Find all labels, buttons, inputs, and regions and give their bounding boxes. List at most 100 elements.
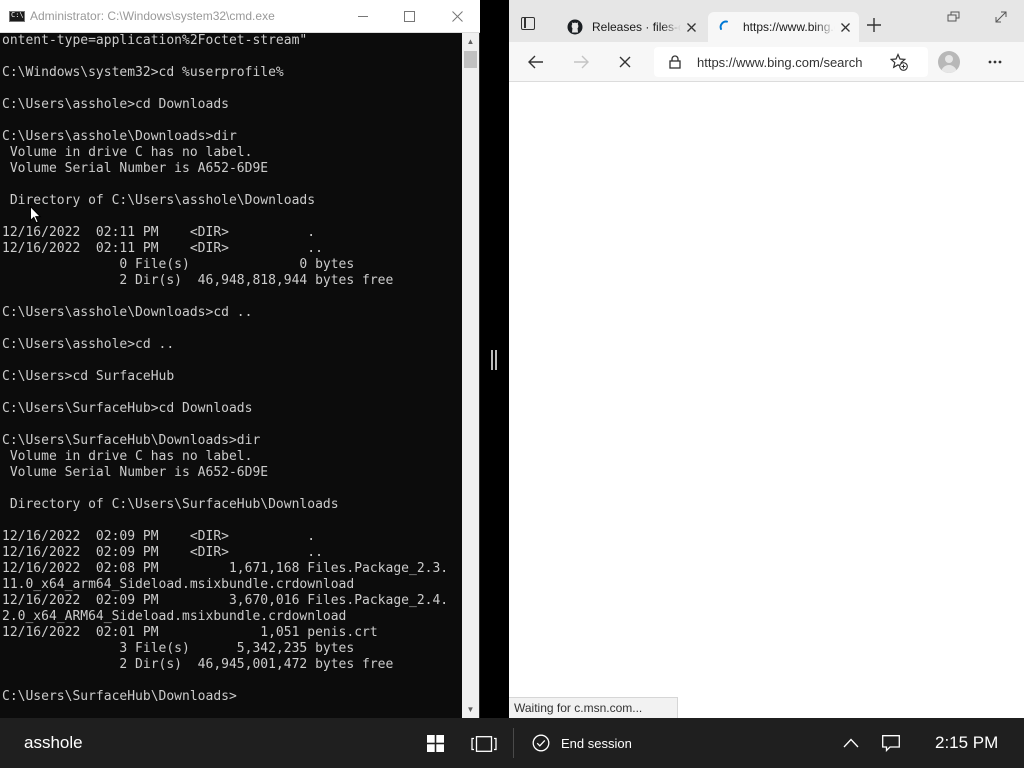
settings-more-button[interactable] (983, 50, 1007, 74)
cmd-window: Administrator: C:\Windows\system32\cmd.e… (0, 0, 480, 718)
cmd-minimize-button[interactable] (340, 0, 386, 33)
tab-bing[interactable]: https://www.bing.com (708, 12, 859, 42)
cmd-window-title: Administrator: C:\Windows\system32\cmd.e… (30, 9, 275, 23)
console-line: 12/16/2022 02:09 PM <DIR> . (2, 529, 316, 544)
console-line: 12/16/2022 02:11 PM <DIR> . (2, 225, 316, 240)
console-line: 12/16/2022 02:08 PM 1,671,168 Files.Pack… (2, 561, 449, 576)
back-arrow-icon (528, 55, 543, 69)
tab-actions-icon[interactable] (521, 17, 535, 30)
taskbar-divider (513, 728, 514, 758)
forward-button[interactable] (569, 50, 593, 74)
console-line: 2.0_x64_ARM64_Sideload.msixbundle.crdown… (2, 609, 347, 624)
status-bubble: Waiting for c.msn.com... (509, 697, 678, 718)
loading-spinner-icon (719, 20, 728, 30)
tab-close-button[interactable] (681, 17, 701, 37)
console-line: C:\Users>cd SurfaceHub (2, 369, 175, 384)
mouse-cursor-icon (30, 206, 42, 224)
new-tab-plus-icon[interactable] (866, 17, 882, 33)
console-line: C:\Users\SurfaceHub>cd Downloads (2, 401, 253, 416)
stop-loading-button[interactable] (613, 50, 637, 74)
action-center-icon[interactable] (882, 735, 900, 752)
scroll-up-arrow-icon[interactable]: ▲ (462, 33, 479, 50)
lock-icon[interactable] (669, 55, 681, 69)
minimize-icon (358, 16, 368, 17)
console-line: 2 Dir(s) 46,945,001,472 bytes free (2, 657, 394, 672)
avatar-body (941, 65, 957, 73)
console-line: C:\Users\asshole>cd .. (2, 337, 175, 352)
back-button[interactable] (524, 50, 548, 74)
console-line: C:\Users\SurfaceHub\Downloads>dir (2, 433, 261, 448)
console-line: Volume in drive C has no label. (2, 145, 253, 160)
cmd-close-button[interactable] (434, 0, 480, 33)
task-view-icon[interactable] (471, 736, 497, 752)
console-line: Directory of C:\Users\SurfaceHub\Downloa… (2, 497, 339, 512)
cmd-app-icon (9, 11, 25, 22)
end-session-label: End session (561, 735, 632, 751)
cmd-scrollbar[interactable]: ▲ ▼ (462, 33, 479, 718)
console-line: C:\Users\asshole>cd Downloads (2, 97, 229, 112)
console-line: C:\Windows\system32>cd %userprofile% (2, 65, 284, 80)
clock: 2:15 PM (935, 733, 999, 752)
avatar-head (945, 55, 953, 63)
profile-avatar-icon[interactable] (938, 51, 960, 73)
restore-window-icon[interactable] (947, 10, 961, 24)
url-text[interactable]: https://www.bing.com/search (697, 55, 881, 70)
console-line: 11.0_x64_arm64_Sideload.msixbundle.crdow… (2, 577, 355, 592)
cmd-titlebar[interactable]: Administrator: C:\Windows\system32\cmd.e… (0, 0, 480, 33)
console-line: C:\Users\asshole\Downloads>dir (2, 129, 237, 144)
maximize-icon (403, 11, 415, 22)
close-icon (451, 11, 463, 22)
expand-window-icon[interactable] (994, 10, 1008, 24)
browser-toolbar: https://www.bing.com/search (509, 42, 1024, 82)
console-line: Directory of C:\Users\asshole\Downloads (2, 193, 316, 208)
close-icon (686, 22, 696, 32)
windows-icon[interactable] (427, 735, 444, 752)
scroll-down-arrow-icon[interactable]: ▼ (462, 701, 479, 718)
scroll-thumb[interactable] (464, 51, 477, 68)
tab-close-button[interactable] (835, 17, 855, 37)
chevron-up-icon[interactable] (843, 738, 859, 748)
address-bar[interactable]: https://www.bing.com/search (654, 47, 928, 77)
end-session-icon (532, 734, 550, 752)
console-line: 0 File(s) 0 bytes (2, 257, 355, 272)
github-icon (567, 19, 583, 35)
taskbar: asshole End session 2:15 PM (0, 718, 1024, 768)
console-line: Volume Serial Number is A652-6D9E (2, 161, 269, 176)
edge-browser-window: Releases · files-community https://www.b… (509, 0, 1024, 718)
tab-title: Releases · files-community (592, 20, 681, 34)
forward-arrow-icon (574, 55, 589, 69)
console-line: C:\Users\asshole\Downloads>cd .. (2, 305, 253, 320)
tab-strip: Releases · files-community https://www.b… (509, 0, 1024, 42)
cmd-maximize-button[interactable] (386, 0, 432, 33)
end-session-button[interactable]: End session (532, 734, 632, 752)
web-page-content[interactable]: Waiting for c.msn.com... (509, 82, 1024, 718)
console-line: Volume in drive C has no label. (2, 449, 253, 464)
splitter-grip-icon[interactable] (491, 350, 497, 370)
ellipsis-icon (988, 60, 1002, 64)
console-line: 12/16/2022 02:09 PM 3,670,016 Files.Pack… (2, 593, 449, 608)
console-line: 3 File(s) 5,342,235 bytes (2, 641, 355, 656)
console-line: 2 Dir(s) 46,948,818,944 bytes free (2, 273, 394, 288)
tab-releases[interactable]: Releases · files-community (557, 12, 705, 42)
console-line: 12/16/2022 02:01 PM 1,051 penis.crt (2, 625, 378, 640)
console-line: ontent-type=application%2Foctet-stream" (2, 33, 308, 48)
cmd-console-output[interactable]: ontent-type=application%2Foctet-stream" C… (0, 33, 462, 718)
close-icon (840, 22, 850, 32)
tab-title: https://www.bing.com (743, 20, 835, 34)
console-line: 12/16/2022 02:09 PM <DIR> .. (2, 545, 323, 560)
snap-splitter[interactable] (480, 0, 509, 718)
add-favorite-icon[interactable] (890, 53, 908, 71)
stop-icon (619, 56, 631, 68)
